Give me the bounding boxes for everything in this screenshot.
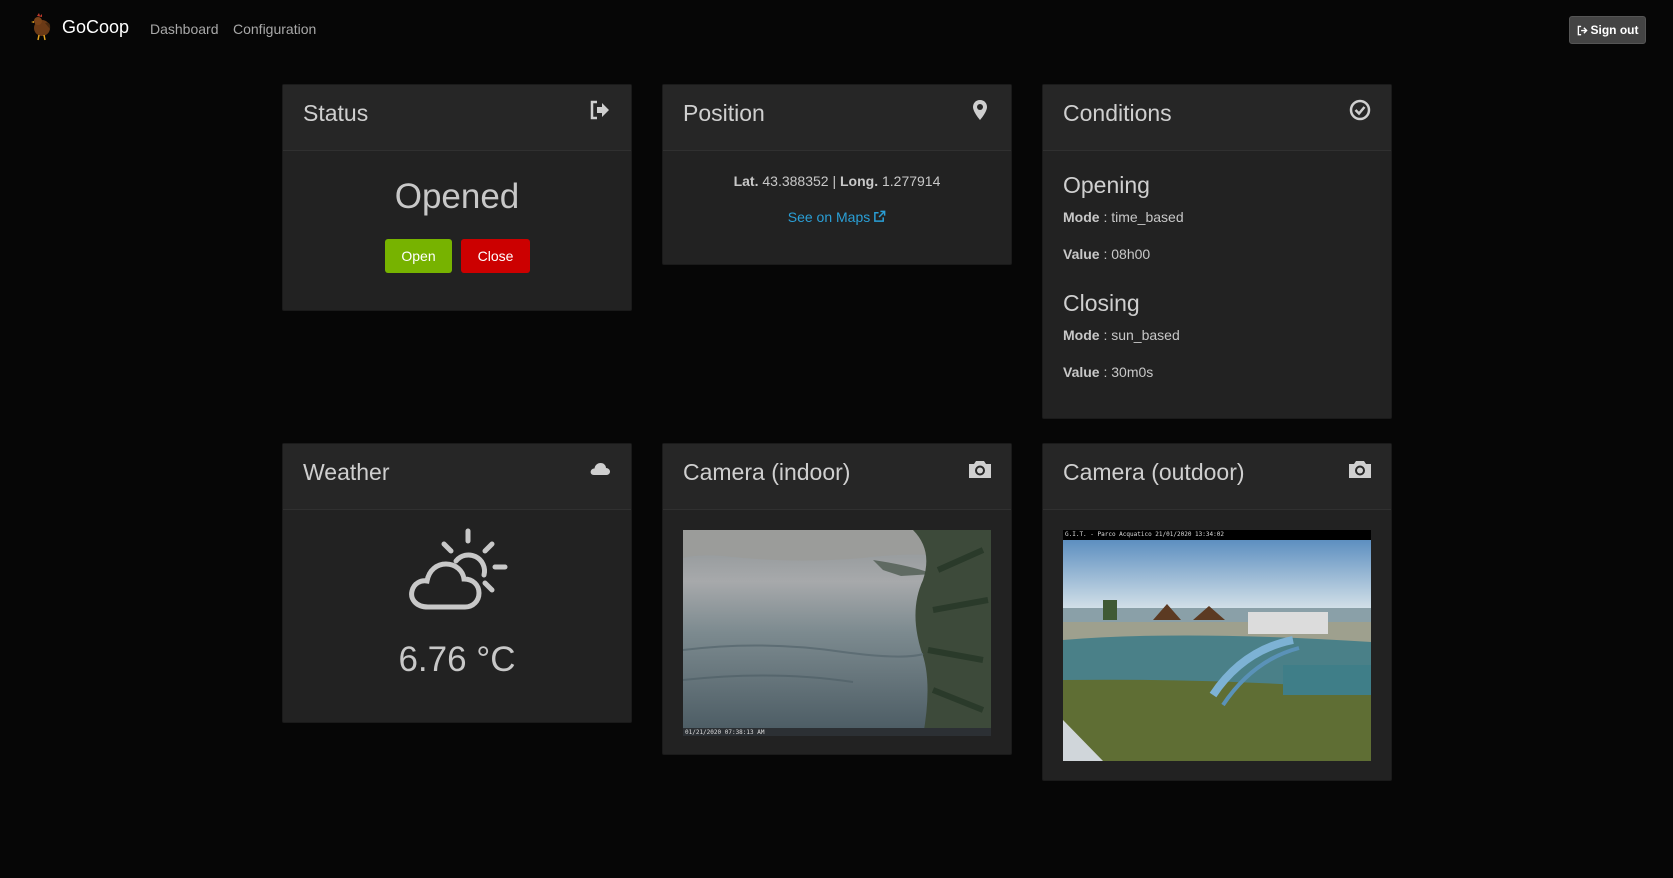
camera-indoor-timestamp: 01/21/2020 07:38:13 AM bbox=[685, 729, 765, 736]
closing-value-text: 30m0s bbox=[1111, 364, 1154, 380]
camera-outdoor-image: G.I.T. - Parco Acquatico 21/01/2020 13:3… bbox=[1063, 530, 1371, 761]
closing-mode-value: sun_based bbox=[1111, 327, 1180, 343]
lat-label: Lat. bbox=[733, 173, 759, 189]
door-state: Opened bbox=[394, 177, 520, 216]
camera-indoor-header: Camera (indoor) bbox=[663, 444, 1011, 510]
map-marker-icon bbox=[969, 99, 991, 121]
closing-value: Value : 30m0s bbox=[1063, 364, 1154, 380]
camera-indoor-panel: Camera (indoor) 01/21/2020 07:38:13 AM bbox=[662, 443, 1012, 755]
close-button[interactable]: Close bbox=[461, 239, 530, 273]
brand-name: GoCoop bbox=[62, 16, 130, 37]
opening-value-text: 08h00 bbox=[1111, 246, 1151, 262]
closing-value-label: Value bbox=[1063, 364, 1100, 380]
check-circle-icon bbox=[1349, 99, 1371, 121]
camera-outdoor-panel: Camera (outdoor) G.I.T. - Parco Acquatic… bbox=[1042, 443, 1392, 781]
cloud-icon bbox=[589, 458, 611, 480]
opening-value-label: Value bbox=[1063, 246, 1100, 262]
sign-out-icon bbox=[1577, 25, 1588, 35]
camera-outdoor-header: Camera (outdoor) bbox=[1043, 444, 1391, 510]
closing-heading: Closing bbox=[1063, 290, 1140, 316]
coordinates: Lat. 43.388352 | Long. 1.277914 bbox=[663, 173, 1011, 189]
partly-cloudy-icon bbox=[409, 528, 508, 610]
opening-mode: Mode : time_based bbox=[1063, 209, 1184, 225]
status-panel-header: Status bbox=[283, 85, 631, 151]
opening-mode-label: Mode bbox=[1063, 209, 1100, 225]
camera-indoor-title: Camera (indoor) bbox=[683, 459, 851, 485]
long-label: Long. bbox=[839, 173, 879, 189]
maps-link-label: See on Maps bbox=[787, 209, 871, 225]
chicken-logo-icon bbox=[31, 13, 51, 41]
conditions-panel-header: Conditions bbox=[1043, 85, 1391, 151]
coord-separator: | bbox=[832, 173, 837, 189]
opening-mode-value: time_based bbox=[1111, 209, 1184, 225]
conditions-title: Conditions bbox=[1063, 100, 1172, 126]
see-on-maps-link[interactable]: See on Maps bbox=[663, 209, 1011, 225]
weather-panel-header: Weather bbox=[283, 444, 631, 510]
closing-mode: Mode : sun_based bbox=[1063, 327, 1180, 343]
position-panel: Position Lat. 43.388352 | Long. 1.277914… bbox=[662, 84, 1012, 265]
weather-panel: Weather 6.76 °C bbox=[282, 443, 632, 723]
open-button[interactable]: Open bbox=[385, 239, 452, 273]
opening-heading: Opening bbox=[1063, 172, 1150, 198]
temperature: 6.76 °C bbox=[398, 640, 516, 679]
opening-value: Value : 08h00 bbox=[1063, 246, 1151, 262]
sign-out-icon bbox=[589, 99, 611, 121]
sign-out-label: Sign out bbox=[1590, 23, 1639, 37]
position-title: Position bbox=[683, 100, 765, 126]
conditions-panel: Conditions Opening Mode : time_based Val… bbox=[1042, 84, 1392, 419]
navbar: GoCoop Dashboard Configuration Sign out bbox=[0, 0, 1673, 60]
external-link-icon bbox=[874, 210, 886, 222]
camera-outdoor-caption: G.I.T. - Parco Acquatico 21/01/2020 13:3… bbox=[1065, 531, 1224, 538]
camera-indoor-image: 01/21/2020 07:38:13 AM bbox=[683, 530, 991, 736]
nav-configuration[interactable]: Configuration bbox=[233, 21, 316, 37]
position-panel-header: Position bbox=[663, 85, 1011, 151]
sign-out-button[interactable]: Sign out bbox=[1569, 16, 1646, 44]
status-title: Status bbox=[303, 100, 369, 126]
brand[interactable]: GoCoop bbox=[30, 13, 129, 41]
lat-value: 43.388352 bbox=[762, 173, 829, 189]
status-panel: Status Opened Open Close bbox=[282, 84, 632, 311]
camera-icon bbox=[967, 458, 993, 480]
camera-icon bbox=[1347, 458, 1373, 480]
nav-dashboard[interactable]: Dashboard bbox=[150, 21, 219, 37]
long-value: 1.277914 bbox=[881, 173, 941, 189]
closing-mode-label: Mode bbox=[1063, 327, 1100, 343]
weather-title: Weather bbox=[303, 459, 390, 485]
camera-outdoor-title: Camera (outdoor) bbox=[1063, 459, 1245, 485]
